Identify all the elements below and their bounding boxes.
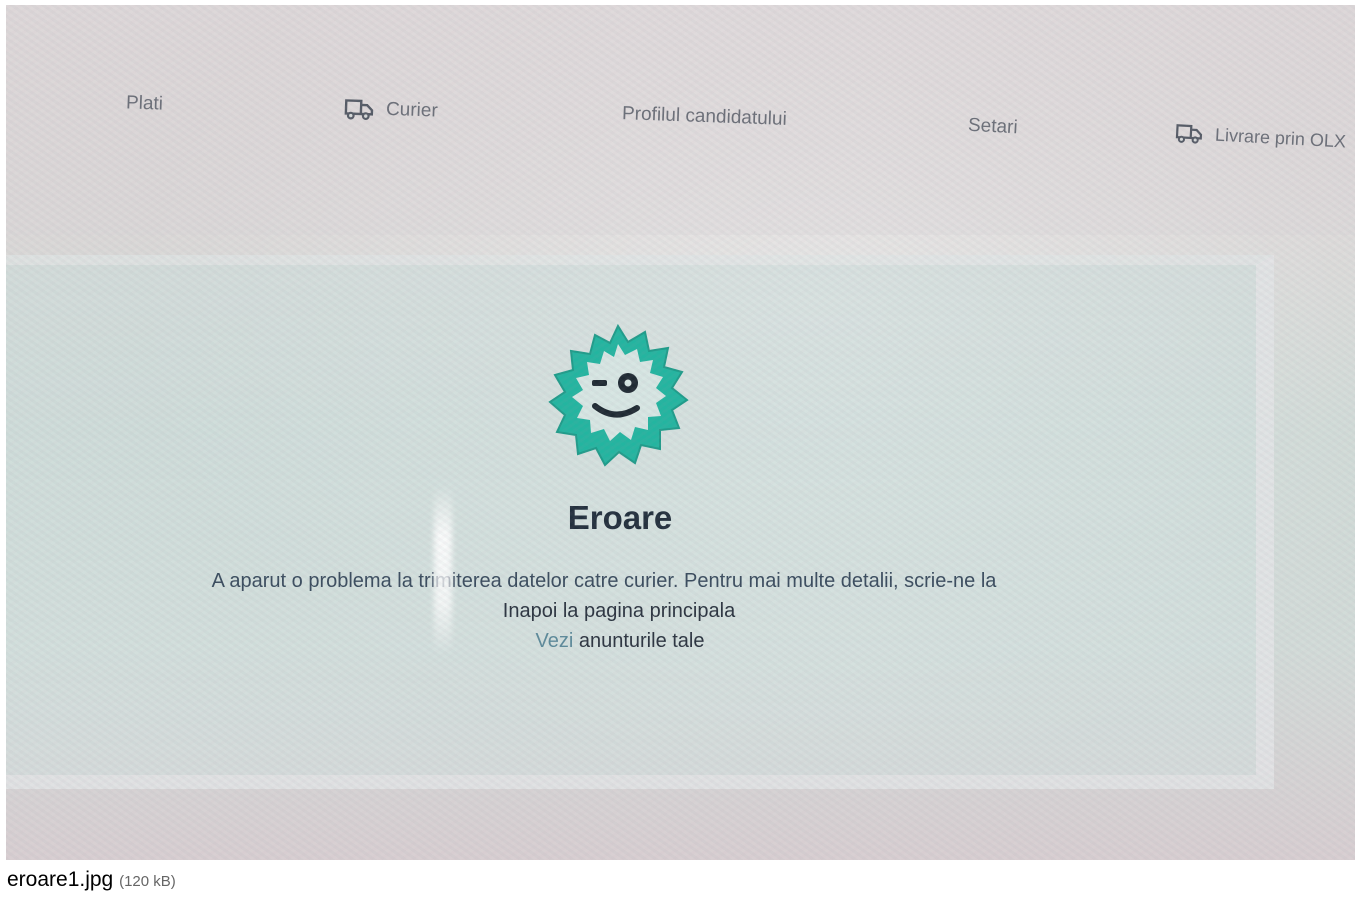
- nav-item-setari[interactable]: Setari: [967, 114, 1019, 140]
- error-message: A aparut o problema la trimiterea datelo…: [211, 570, 997, 592]
- my-ads-link-prefix: Vezi: [535, 630, 574, 652]
- truck-icon: [1175, 122, 1204, 145]
- nav-item-label: Plati: [125, 92, 164, 115]
- nav-item-label: Setari: [967, 114, 1019, 139]
- nav-item-label: Curier: [385, 98, 439, 122]
- my-ads-link[interactable]: Vezi anunturile tale: [6, 630, 1234, 653]
- truck-icon: [344, 96, 375, 121]
- error-title: Eroare: [567, 499, 673, 536]
- attachment-filename[interactable]: eroare1.jpg: [7, 868, 113, 891]
- attachment-size: (120 kB): [119, 873, 176, 890]
- my-ads-link-label: anunturile tale: [573, 630, 705, 652]
- winking-badge-icon: [545, 322, 691, 468]
- home-page-link[interactable]: Inapoi la pagina principala: [6, 600, 1232, 623]
- nav-item-curier[interactable]: Curier: [344, 96, 439, 123]
- screen-photo: Plati Curier Profilul candidatului Setar…: [6, 5, 1355, 860]
- screen-glare: [434, 485, 452, 655]
- nav-item-plati[interactable]: Plati: [126, 92, 164, 115]
- attachment-caption: eroare1.jpg (120 kB): [7, 868, 176, 892]
